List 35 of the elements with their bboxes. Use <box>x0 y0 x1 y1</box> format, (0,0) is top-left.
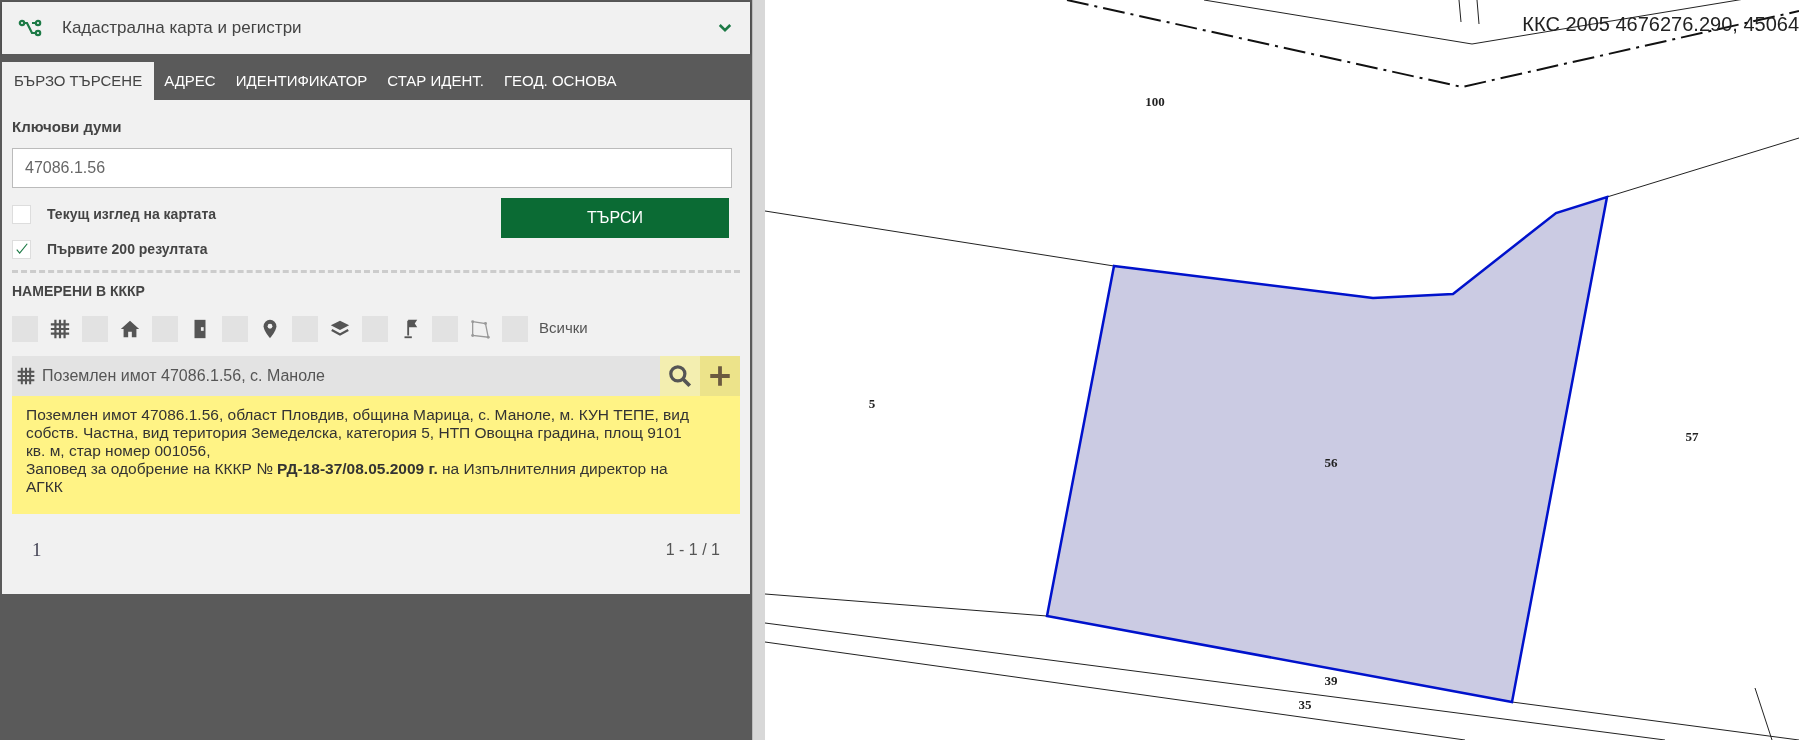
parcel-number: 56 <box>1324 454 1338 473</box>
tab[interactable]: СТАР ИДЕНТ. <box>377 62 494 100</box>
panel-header[interactable]: Кадастрална карта и регистри <box>2 2 750 54</box>
tab[interactable]: БЪРЗО ТЪРСЕНЕ <box>2 62 155 100</box>
search-button[interactable]: ТЪРСИ <box>501 197 729 238</box>
parcel-number: 100 <box>1145 93 1165 112</box>
grid-icon <box>16 365 36 386</box>
checkbox[interactable] <box>12 204 31 224</box>
parcel-number: 5 <box>868 395 876 414</box>
panel-title: Кадастрална карта и регистри <box>62 17 303 40</box>
polygon-icon <box>469 317 491 340</box>
checkbox-label: Текущ изглед на картата <box>47 204 217 224</box>
field-label: Ключови думи <box>12 117 123 137</box>
page-link[interactable]: 1 <box>32 535 42 564</box>
result-details: Поземлен имот 47086.1.56, област Пловдив, община Марица, с. Маноле, м. КУН ТЕПЕ, вид собств. Частна, вид територия Земеделска, категория 5, НТП Овощна градина, площ 9101 кв. м, стар номер 001056, Заповед за одобрение на КККР № РД-18-37/08.05.2009 г. на Изпълнителния директор на АГКК <box>12 395 740 514</box>
keywords-field[interactable]: 47086.1.56 <box>12 147 732 188</box>
parcel-number: 57 <box>1685 428 1699 447</box>
zoom-button[interactable] <box>660 355 700 396</box>
panel-splitter[interactable] <box>752 0 765 740</box>
checkbox[interactable] <box>12 239 31 259</box>
result-title: Поземлен имот 47086.1.56, с. Маноле <box>42 365 326 386</box>
tab[interactable]: ГЕОД. ОСНОВА <box>493 62 627 100</box>
filter-label: Всички <box>539 318 588 339</box>
grid-icon <box>49 317 71 340</box>
result-header[interactable]: Поземлен имот 47086.1.56, с. Маноле <box>12 355 740 396</box>
checkbox-label: Първите 200 резултата <box>47 239 208 259</box>
result-range: 1 - 1 / 1 <box>665 539 720 560</box>
tab[interactable]: ИДЕНТИФИКАТОР <box>225 62 378 100</box>
add-button[interactable] <box>700 355 740 396</box>
parcel-number: 35 <box>1298 696 1312 715</box>
checkmark-icon <box>14 242 29 256</box>
section-title: НАМЕРЕНИ В КККР <box>12 281 146 301</box>
parcel-number: 39 <box>1324 672 1338 691</box>
search-icon <box>667 362 693 389</box>
tab[interactable]: АДРЕС <box>154 62 226 100</box>
